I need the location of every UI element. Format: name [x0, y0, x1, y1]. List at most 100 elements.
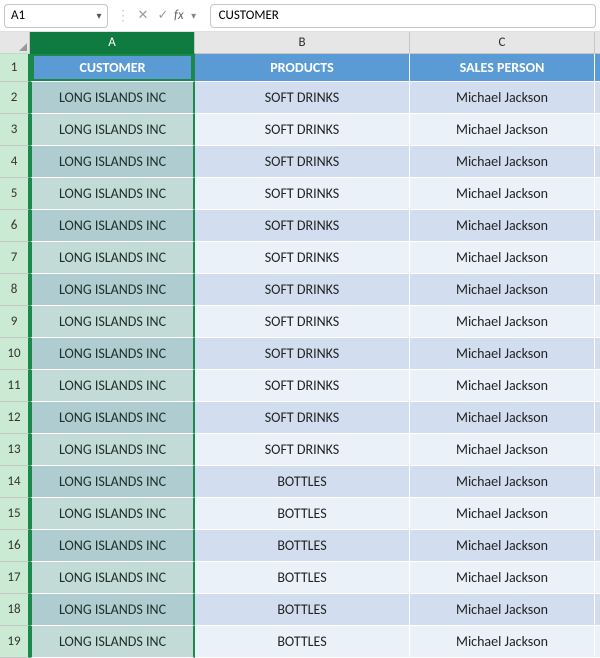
cell[interactable]: LONG ISLANDS INC	[30, 306, 195, 338]
cell[interactable]: SOFT DRINKS	[195, 402, 410, 434]
cell[interactable]: Michael Jackson	[410, 370, 595, 402]
cell-overflow	[595, 54, 600, 82]
cell[interactable]: BOTTLES	[195, 562, 410, 594]
cell[interactable]: LONG ISLANDS INC	[30, 178, 195, 210]
cell[interactable]: Michael Jackson	[410, 530, 595, 562]
cell-overflow	[595, 82, 600, 114]
column-header-a[interactable]: A	[30, 32, 195, 54]
row-header[interactable]: 6	[0, 210, 30, 242]
cell[interactable]: SOFT DRINKS	[195, 114, 410, 146]
cell[interactable]: LONG ISLANDS INC	[30, 242, 195, 274]
cell[interactable]: Michael Jackson	[410, 146, 595, 178]
formula-bar: ▾ ⋮ ✕ ✓ fx ▾	[0, 0, 600, 32]
cell-a1[interactable]: CUSTOMER	[30, 54, 195, 82]
row-header[interactable]: 17	[0, 562, 30, 594]
cell[interactable]: LONG ISLANDS INC	[30, 498, 195, 530]
cell-overflow	[595, 242, 600, 274]
cell[interactable]: LONG ISLANDS INC	[30, 370, 195, 402]
cell-overflow	[595, 594, 600, 626]
formula-input[interactable]	[210, 4, 596, 28]
cell[interactable]: BOTTLES	[195, 466, 410, 498]
cell[interactable]: Michael Jackson	[410, 466, 595, 498]
cell[interactable]: SOFT DRINKS	[195, 370, 410, 402]
row-header[interactable]: 2	[0, 82, 30, 114]
row-header[interactable]: 10	[0, 338, 30, 370]
cell[interactable]: Michael Jackson	[410, 178, 595, 210]
cell[interactable]: Michael Jackson	[410, 82, 595, 114]
cell[interactable]: Michael Jackson	[410, 338, 595, 370]
cell[interactable]: LONG ISLANDS INC	[30, 530, 195, 562]
chevron-down-icon[interactable]: ▾	[186, 9, 202, 22]
cell[interactable]: SOFT DRINKS	[195, 82, 410, 114]
row-header[interactable]: 15	[0, 498, 30, 530]
cell-overflow	[595, 338, 600, 370]
column-header-b[interactable]: B	[195, 32, 410, 54]
cell[interactable]: LONG ISLANDS INC	[30, 338, 195, 370]
cell[interactable]: BOTTLES	[195, 498, 410, 530]
cell[interactable]: LONG ISLANDS INC	[30, 114, 195, 146]
row-header[interactable]: 13	[0, 434, 30, 466]
column-header-c[interactable]: C	[410, 32, 595, 54]
row-header[interactable]: 8	[0, 274, 30, 306]
cell[interactable]: Michael Jackson	[410, 274, 595, 306]
cell-overflow	[595, 498, 600, 530]
cell[interactable]: Michael Jackson	[410, 594, 595, 626]
select-all-corner[interactable]	[0, 32, 30, 54]
fx-label[interactable]: fx	[174, 8, 184, 23]
row-header[interactable]: 16	[0, 530, 30, 562]
row-header[interactable]: 1	[0, 54, 30, 82]
cell[interactable]: SOFT DRINKS	[195, 306, 410, 338]
cell[interactable]: LONG ISLANDS INC	[30, 434, 195, 466]
cell[interactable]: SOFT DRINKS	[195, 210, 410, 242]
cell[interactable]: LONG ISLANDS INC	[30, 274, 195, 306]
name-box-input[interactable]	[5, 8, 91, 23]
row-header[interactable]: 18	[0, 594, 30, 626]
row-header[interactable]: 7	[0, 242, 30, 274]
cell-overflow	[595, 626, 600, 658]
cell[interactable]: Michael Jackson	[410, 210, 595, 242]
cell[interactable]: SOFT DRINKS	[195, 274, 410, 306]
cell[interactable]: SOFT DRINKS	[195, 146, 410, 178]
cell[interactable]: LONG ISLANDS INC	[30, 562, 195, 594]
cell-overflow	[595, 210, 600, 242]
cell[interactable]: Michael Jackson	[410, 498, 595, 530]
cell[interactable]: LONG ISLANDS INC	[30, 626, 195, 658]
cell-overflow	[595, 530, 600, 562]
row-header[interactable]: 5	[0, 178, 30, 210]
row-header[interactable]: 19	[0, 626, 30, 658]
row-header[interactable]: 14	[0, 466, 30, 498]
cell[interactable]: SOFT DRINKS	[195, 242, 410, 274]
cell[interactable]: Michael Jackson	[410, 434, 595, 466]
cell[interactable]: Michael Jackson	[410, 306, 595, 338]
row-header[interactable]: 12	[0, 402, 30, 434]
cell[interactable]: Michael Jackson	[410, 562, 595, 594]
cell[interactable]: LONG ISLANDS INC	[30, 402, 195, 434]
cell[interactable]: Michael Jackson	[410, 402, 595, 434]
row-header[interactable]: 4	[0, 146, 30, 178]
cell[interactable]: Michael Jackson	[410, 114, 595, 146]
cell[interactable]: LONG ISLANDS INC	[30, 594, 195, 626]
row-header[interactable]: 3	[0, 114, 30, 146]
cell[interactable]: BOTTLES	[195, 594, 410, 626]
row-header[interactable]: 11	[0, 370, 30, 402]
cell[interactable]: SOFT DRINKS	[195, 338, 410, 370]
cell-overflow	[595, 562, 600, 594]
cell[interactable]: SOFT DRINKS	[195, 434, 410, 466]
cell[interactable]: LONG ISLANDS INC	[30, 210, 195, 242]
cell[interactable]: SOFT DRINKS	[195, 178, 410, 210]
cell[interactable]: Michael Jackson	[410, 242, 595, 274]
cell-c1[interactable]: SALES PERSON	[410, 54, 595, 82]
name-box[interactable]: ▾	[4, 4, 108, 28]
spreadsheet-grid[interactable]: A B C 1 CUSTOMER PRODUCTS SALES PERSON 2…	[0, 32, 600, 658]
cell[interactable]: Michael Jackson	[410, 626, 595, 658]
row-header[interactable]: 9	[0, 306, 30, 338]
accept-icon: ✓	[154, 8, 172, 23]
cell[interactable]: BOTTLES	[195, 626, 410, 658]
cell[interactable]: LONG ISLANDS INC	[30, 82, 195, 114]
cell-b1[interactable]: PRODUCTS	[195, 54, 410, 82]
cell[interactable]: LONG ISLANDS INC	[30, 466, 195, 498]
chevron-down-icon[interactable]: ▾	[91, 9, 107, 22]
cell[interactable]: BOTTLES	[195, 530, 410, 562]
cell[interactable]: LONG ISLANDS INC	[30, 146, 195, 178]
cancel-icon: ✕	[134, 8, 152, 23]
